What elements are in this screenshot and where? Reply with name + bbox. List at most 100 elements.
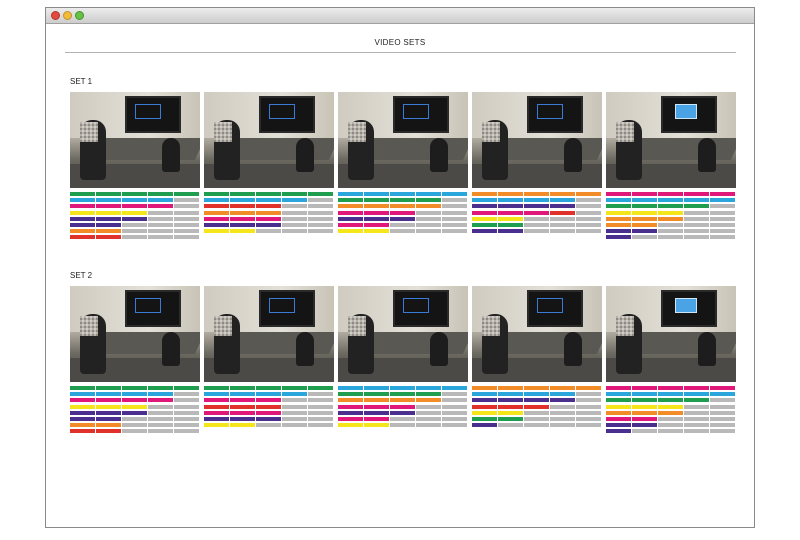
annotation-segment (442, 417, 467, 421)
annotation-segment (96, 210, 121, 215)
video-thumbnail[interactable] (70, 286, 200, 382)
annotation-segment (632, 386, 657, 390)
annotation-segment (230, 192, 255, 196)
annotation-segment (606, 210, 631, 215)
video-thumbnail[interactable] (338, 286, 468, 382)
annotation-segment (256, 223, 281, 227)
annotation-segment (338, 216, 363, 221)
annotation-segment (606, 198, 631, 203)
annotation-segment (122, 192, 147, 196)
annotation-segment (282, 216, 307, 221)
annotation-segment (632, 423, 657, 428)
annotation-segment (308, 404, 333, 409)
annotation-segment (710, 410, 735, 415)
annotation-row (606, 429, 736, 434)
annotation-segment (606, 429, 631, 434)
video-thumbnail[interactable] (472, 92, 602, 188)
annotation-segment (632, 216, 657, 221)
annotation-segment (390, 417, 415, 421)
annotation-segment (282, 410, 307, 415)
annotation-segment (416, 216, 441, 221)
annotation-segment (148, 429, 173, 434)
annotation-segment (174, 423, 199, 428)
annotation-row (204, 410, 334, 415)
annotation-segment (550, 386, 575, 390)
annotation-segment (710, 417, 735, 421)
annotation-segment (70, 417, 95, 421)
annotation-segment (256, 210, 281, 215)
annotation-segment (684, 204, 709, 209)
annotation-segment (472, 423, 497, 428)
annotation-segment (390, 210, 415, 215)
annotation-segment (70, 398, 95, 403)
annotation-segment (282, 392, 307, 397)
annotation-segment (658, 229, 683, 234)
annotation-segment (684, 404, 709, 409)
annotation-segment (498, 417, 523, 421)
annotation-segment (70, 204, 95, 209)
annotation-segment (550, 404, 575, 409)
annotation-segment (472, 198, 497, 203)
annotation-segment (606, 417, 631, 421)
annotation-segment (684, 235, 709, 240)
annotation-segment (550, 423, 575, 428)
annotation-segment (606, 235, 631, 240)
annotation-segment (338, 229, 363, 234)
annotation-segment (96, 410, 121, 415)
annotation-segment (442, 386, 467, 390)
video-thumbnail[interactable] (204, 92, 334, 188)
annotation-segment (148, 423, 173, 428)
annotation-segment (632, 404, 657, 409)
annotation-segment (416, 192, 441, 196)
annotation-row (606, 210, 736, 215)
video-thumbnail[interactable] (606, 92, 736, 188)
annotation-segment (70, 410, 95, 415)
annotation-segment (524, 386, 549, 390)
annotation-segment (576, 404, 601, 409)
annotation-row (204, 404, 334, 409)
annotation-segment (204, 192, 229, 196)
annotation-segment (498, 398, 523, 403)
zoom-window-button[interactable] (75, 11, 84, 20)
annotation-segment (148, 204, 173, 209)
annotation-segment (204, 386, 229, 390)
annotation-segment (96, 404, 121, 409)
annotation-segment (96, 223, 121, 227)
annotation-row (70, 235, 200, 240)
annotation-row (204, 229, 334, 234)
annotation-segment (364, 417, 389, 421)
annotation-segment (204, 204, 229, 209)
annotation-segment (364, 404, 389, 409)
annotation-segment (576, 386, 601, 390)
annotation-segment (390, 204, 415, 209)
annotation-segment (148, 235, 173, 240)
annotation-row (70, 417, 200, 421)
annotation-segment (96, 398, 121, 403)
annotation-row (606, 423, 736, 428)
annotation-segment (256, 417, 281, 421)
window-titlebar[interactable] (46, 8, 754, 24)
video-thumbnail[interactable] (472, 286, 602, 382)
annotation-segment (472, 417, 497, 421)
annotation-segment (70, 423, 95, 428)
annotation-segment (338, 404, 363, 409)
video-thumbnail[interactable] (204, 286, 334, 382)
set-label: SET 1 (70, 77, 93, 86)
minimize-window-button[interactable] (63, 11, 72, 20)
annotation-row (338, 198, 468, 203)
video-thumbnail[interactable] (70, 92, 200, 188)
annotation-segment (364, 204, 389, 209)
annotation-segment (148, 210, 173, 215)
annotation-segment (442, 423, 467, 428)
annotation-segment (70, 198, 95, 203)
annotation-row (70, 392, 200, 397)
close-window-button[interactable] (51, 11, 60, 20)
annotation-row (204, 204, 334, 209)
annotation-segment (148, 386, 173, 390)
annotation-segment (204, 392, 229, 397)
video-thumbnail[interactable] (606, 286, 736, 382)
video-thumbnail[interactable] (338, 92, 468, 188)
annotation-segment (174, 210, 199, 215)
annotation-row (338, 410, 468, 415)
annotation-segment (390, 423, 415, 428)
